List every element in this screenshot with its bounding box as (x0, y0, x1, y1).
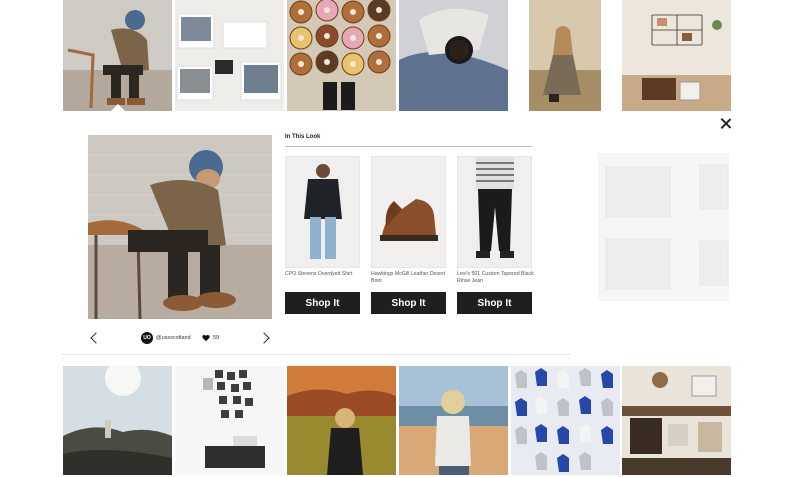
bottom-thumb-6[interactable] (622, 366, 731, 475)
top-thumb-3[interactable] (287, 0, 396, 111)
close-icon[interactable] (718, 116, 734, 132)
uo-logo: UO (141, 332, 153, 344)
coffee-jeans-photo (399, 0, 508, 111)
product-name-jean[interactable]: Levi's 501 Custom Tapered Black Rinse Je… (457, 271, 535, 285)
black-jean-photo (458, 157, 531, 267)
bottom-thumb-1[interactable] (63, 366, 172, 475)
product-image-jean[interactable] (457, 156, 532, 268)
top-thumb-2[interactable] (175, 0, 284, 111)
hiker-on-rocks-photo (63, 366, 172, 475)
desert-boot-photo (372, 157, 445, 267)
main-look-image (88, 135, 272, 319)
man-tying-boots-photo (88, 135, 272, 319)
woman-in-field-photo (287, 366, 396, 475)
next-arrow-icon[interactable] (258, 331, 272, 345)
look-heading-rule (285, 146, 532, 147)
photo-wall-photo (175, 366, 284, 475)
bottom-thumb-3[interactable] (287, 366, 396, 475)
heart-icon[interactable] (202, 334, 210, 342)
photos-on-fur-photo (175, 0, 284, 111)
product-name-boot[interactable]: Hawkings McGill Leather Desert Boot (371, 271, 449, 285)
product-image-boot[interactable] (371, 156, 446, 268)
shop-it-button-boot[interactable]: Shop It (371, 292, 446, 314)
shop-it-button-shirt[interactable]: Shop It (285, 292, 360, 314)
account-handle[interactable]: @ussscotland (156, 335, 191, 341)
look-heading: In This Look (285, 134, 321, 140)
bottom-thumb-5[interactable] (511, 366, 620, 475)
shirt-model-photo (286, 157, 359, 267)
donuts-photo (287, 0, 396, 111)
shop-it-button-jean[interactable]: Shop It (457, 292, 532, 314)
faded-photos-preview (598, 153, 729, 301)
woman-at-beach-photo (399, 366, 508, 475)
bottom-thumb-2[interactable] (175, 366, 284, 475)
product-name-shirt[interactable]: CPO Stevens Overdyed Shirt (285, 271, 363, 278)
top-thumb-5[interactable] (529, 0, 601, 111)
cozy-room-photo (622, 366, 731, 475)
bottom-thumb-4[interactable] (399, 366, 508, 475)
tshirt-grid-photo (511, 366, 620, 475)
top-thumb-6[interactable] (622, 0, 731, 111)
woman-in-desert-photo (529, 0, 601, 111)
top-thumb-1[interactable] (63, 0, 172, 111)
next-look-preview[interactable] (598, 153, 729, 301)
man-on-chair-photo (63, 0, 172, 111)
product-image-shirt[interactable] (285, 156, 360, 268)
room-decor-photo (622, 0, 731, 111)
panel-divider (61, 354, 571, 355)
top-thumb-4[interactable] (399, 0, 508, 111)
selected-caret (110, 104, 126, 112)
previous-arrow-icon[interactable] (88, 331, 102, 345)
like-count: 59 (213, 335, 220, 341)
